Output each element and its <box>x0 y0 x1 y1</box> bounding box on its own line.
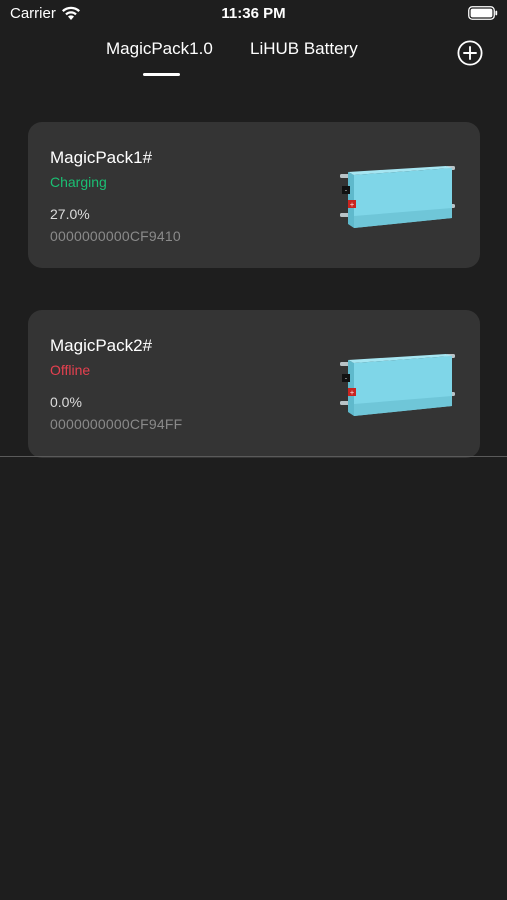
plus-circle-icon[interactable] <box>457 40 483 66</box>
device-status: Charging <box>50 174 107 190</box>
device-charge-percent: 0.0% <box>50 394 82 410</box>
status-bar: Carrier 11:36 PM <box>0 0 507 28</box>
svg-text:-: - <box>345 188 347 195</box>
device-serial: 0000000000CF94FF <box>50 416 183 432</box>
screen: Carrier 11:36 PM MagicPack1.0 LiHUB Batt… <box>0 0 507 900</box>
divider <box>0 456 507 457</box>
device-name: MagicPack2# <box>50 336 153 355</box>
battery-pack-icon: - + <box>340 354 455 416</box>
svg-text:-: - <box>345 376 347 383</box>
device-status: Offline <box>50 362 91 378</box>
svg-text:+: + <box>349 202 354 209</box>
svg-text:+: + <box>349 390 354 397</box>
device-serial: 0000000000CF9410 <box>50 228 181 244</box>
tab-magicpack[interactable]: MagicPack1.0 <box>106 39 213 59</box>
device-card[interactable]: MagicPack1# Charging 27.0% 0000000000CF9… <box>28 122 480 268</box>
status-time: 11:36 PM <box>221 5 286 22</box>
device-charge-percent: 27.0% <box>50 206 90 222</box>
battery-status-icon <box>468 6 498 20</box>
tab-selected-indicator <box>143 73 180 76</box>
tab-lihub-battery[interactable]: LiHUB Battery <box>250 39 358 59</box>
battery-pack-icon: - + <box>340 166 455 228</box>
device-name: MagicPack1# <box>50 148 153 167</box>
device-card[interactable]: MagicPack2# Offline 0.0% 0000000000CF94F… <box>28 310 480 458</box>
